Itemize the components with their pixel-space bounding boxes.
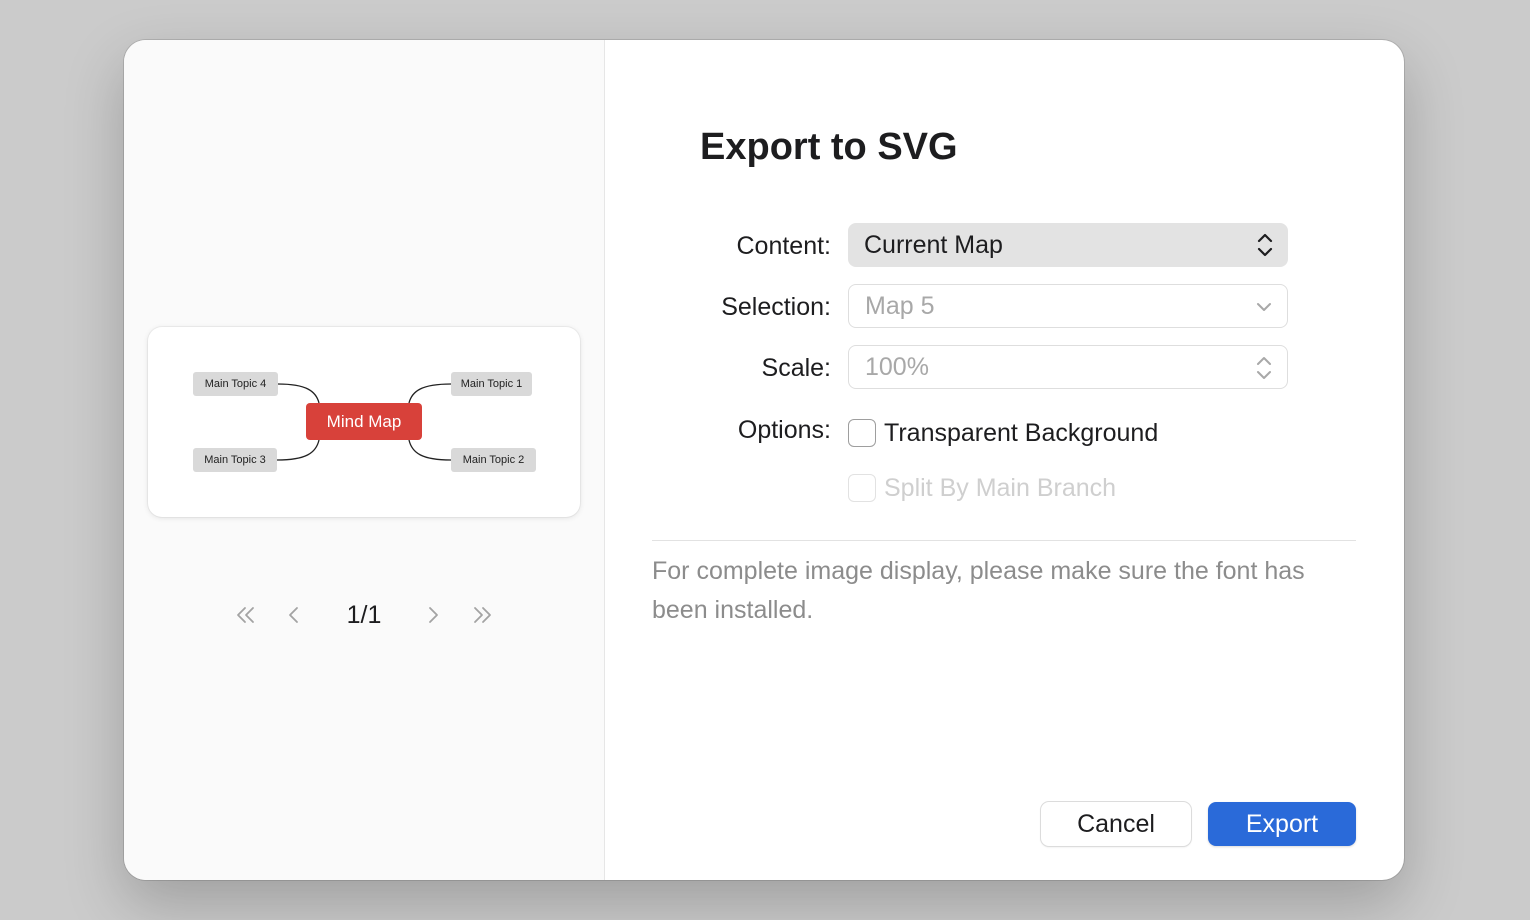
double-chevron-left-icon xyxy=(237,607,254,623)
main-topic-1: Main Topic 1 xyxy=(451,372,532,396)
connector-topic-4 xyxy=(277,383,320,404)
export-button[interactable]: Export xyxy=(1208,802,1356,846)
connector-topic-2 xyxy=(408,439,452,461)
selection-label: Selection: xyxy=(721,293,831,321)
page-navigator: 1/1 xyxy=(124,595,605,635)
split-by-main-branch-label: Split By Main Branch xyxy=(884,473,1117,502)
page-indicator: 1/1 xyxy=(346,600,382,629)
chevron-left-icon xyxy=(289,607,298,623)
selection-dropdown[interactable]: Map 5 xyxy=(848,284,1288,328)
next-page-button[interactable] xyxy=(415,595,451,635)
content-popup[interactable]: Current Map xyxy=(848,223,1288,267)
divider xyxy=(652,540,1356,541)
scale-label: Scale: xyxy=(761,354,831,382)
main-topic-3: Main Topic 3 xyxy=(193,448,277,472)
up-down-chevron-icon xyxy=(1255,346,1273,390)
content-value: Current Map xyxy=(864,230,1003,259)
mind-map-preview: Mind Map Main Topic 4 Main Topic 3 Main … xyxy=(164,343,564,501)
central-topic: Mind Map xyxy=(306,403,422,440)
selection-value: Map 5 xyxy=(865,291,935,320)
font-install-note: For complete image display, please make … xyxy=(652,557,1305,624)
transparent-background-option[interactable]: Transparent Background xyxy=(848,418,1158,448)
transparent-background-label: Transparent Background xyxy=(884,418,1159,447)
preview-pane: Mind Map Main Topic 4 Main Topic 3 Main … xyxy=(124,40,605,880)
split-by-main-branch-option: Split By Main Branch xyxy=(848,473,1116,503)
connector-topic-1 xyxy=(408,383,452,404)
connector-topic-3 xyxy=(276,439,320,461)
preview-card: Mind Map Main Topic 4 Main Topic 3 Main … xyxy=(148,327,580,517)
previous-page-button[interactable] xyxy=(276,595,312,635)
cancel-button[interactable]: Cancel xyxy=(1041,802,1191,846)
main-topic-4: Main Topic 4 xyxy=(193,372,278,396)
scale-stepper[interactable]: 100% xyxy=(848,345,1288,389)
first-page-button[interactable] xyxy=(228,595,264,635)
split-by-main-branch-checkbox xyxy=(848,474,876,502)
chevron-down-icon xyxy=(1255,285,1273,329)
settings-pane: Export to SVG Content: Current Map Selec… xyxy=(606,40,1404,880)
export-dialog: Mind Map Main Topic 4 Main Topic 3 Main … xyxy=(124,40,1404,880)
scale-value: 100% xyxy=(865,352,929,381)
last-page-button[interactable] xyxy=(464,595,500,635)
transparent-background-checkbox[interactable] xyxy=(848,419,876,447)
content-label: Content: xyxy=(736,232,831,260)
options-label: Options: xyxy=(737,416,831,444)
double-chevron-right-icon xyxy=(474,607,491,623)
up-down-chevron-icon xyxy=(1256,223,1274,267)
dialog-title: Export to SVG xyxy=(700,126,958,168)
chevron-right-icon xyxy=(429,607,438,623)
main-topic-2: Main Topic 2 xyxy=(451,448,536,472)
